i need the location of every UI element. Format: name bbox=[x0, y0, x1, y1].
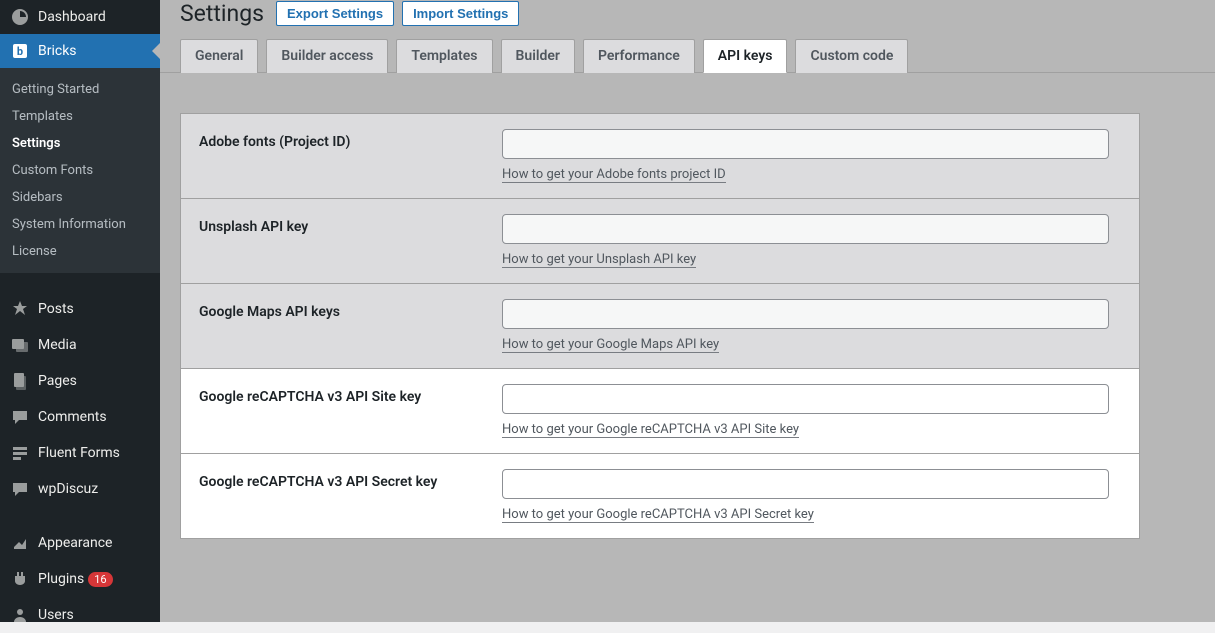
adobe-fonts-help-link[interactable]: How to get your Adobe fonts project ID bbox=[502, 167, 726, 183]
sidebar-item-wpdiscuz[interactable]: wpDiscuz bbox=[0, 471, 160, 507]
sidebar-item-label: Appearance bbox=[38, 535, 112, 551]
sub-item-settings[interactable]: Settings bbox=[0, 130, 160, 157]
plugins-update-badge: 16 bbox=[88, 572, 112, 587]
form-input-col: How to get your Unsplash API key bbox=[472, 199, 1139, 283]
pages-icon bbox=[10, 371, 30, 391]
unsplash-help-link[interactable]: How to get your Unsplash API key bbox=[502, 252, 696, 268]
sidebar-item-label: Posts bbox=[38, 301, 74, 317]
form-row-recaptcha-site: Google reCAPTCHA v3 API Site key How to … bbox=[181, 369, 1139, 454]
form-row-recaptcha-secret: Google reCAPTCHA v3 API Secret key How t… bbox=[181, 454, 1139, 539]
tab-templates[interactable]: Templates bbox=[396, 39, 492, 73]
sidebar-item-fluent-forms[interactable]: Fluent Forms bbox=[0, 435, 160, 471]
form-input-col: How to get your Google reCAPTCHA v3 API … bbox=[472, 369, 1139, 453]
sub-item-system-info[interactable]: System Information bbox=[0, 211, 160, 238]
tab-general[interactable]: General bbox=[180, 39, 258, 73]
sub-item-templates[interactable]: Templates bbox=[0, 103, 160, 130]
form-row-adobe-fonts: Adobe fonts (Project ID) How to get your… bbox=[181, 114, 1139, 199]
sidebar-item-comments[interactable]: Comments bbox=[0, 399, 160, 435]
adobe-fonts-input[interactable] bbox=[502, 129, 1109, 159]
form-row-google-maps: Google Maps API keys How to get your Goo… bbox=[181, 284, 1139, 369]
recaptcha-secret-input[interactable] bbox=[502, 469, 1109, 499]
export-settings-button[interactable]: Export Settings bbox=[276, 1, 394, 26]
users-icon bbox=[10, 605, 30, 625]
sidebar-item-media[interactable]: Media bbox=[0, 327, 160, 363]
form-label: Google Maps API keys bbox=[181, 284, 472, 368]
sidebar-item-dashboard[interactable]: Dashboard bbox=[0, 0, 160, 34]
forms-icon bbox=[10, 443, 30, 463]
sidebar-item-label: wpDiscuz bbox=[38, 481, 98, 497]
google-maps-help-link[interactable]: How to get your Google Maps API key bbox=[502, 337, 719, 353]
tab-builder[interactable]: Builder bbox=[501, 39, 575, 73]
sidebar-item-label: Users bbox=[38, 607, 74, 623]
comments-icon bbox=[10, 407, 30, 427]
form-input-col: How to get your Google reCAPTCHA v3 API … bbox=[472, 454, 1139, 538]
recaptcha-secret-help-link[interactable]: How to get your Google reCAPTCHA v3 API … bbox=[502, 507, 814, 523]
sidebar-item-label: Bricks bbox=[38, 43, 77, 59]
tab-builder-access[interactable]: Builder access bbox=[266, 39, 388, 73]
page-header: Settings Export Settings Import Settings bbox=[160, 0, 1215, 39]
import-settings-button[interactable]: Import Settings bbox=[402, 1, 519, 26]
sub-item-getting-started[interactable]: Getting Started bbox=[0, 76, 160, 103]
dashboard-icon bbox=[10, 7, 30, 27]
sidebar-item-users[interactable]: Users bbox=[0, 597, 160, 633]
bricks-icon: b bbox=[10, 41, 30, 61]
sub-item-license[interactable]: License bbox=[0, 238, 160, 265]
plugins-icon bbox=[10, 569, 30, 589]
media-icon bbox=[10, 335, 30, 355]
form-row-unsplash: Unsplash API key How to get your Unsplas… bbox=[181, 199, 1139, 284]
sidebar-submenu: Getting Started Templates Settings Custo… bbox=[0, 68, 160, 273]
appearance-icon bbox=[10, 533, 30, 553]
admin-sidebar: Dashboard b Bricks Getting Started Templ… bbox=[0, 0, 160, 622]
sidebar-item-label: Media bbox=[38, 337, 77, 353]
form-label: Adobe fonts (Project ID) bbox=[181, 114, 472, 198]
sidebar-item-label: Plugins bbox=[38, 571, 84, 587]
form-area: Adobe fonts (Project ID) How to get your… bbox=[160, 73, 1215, 559]
sidebar-item-bricks[interactable]: b Bricks bbox=[0, 34, 160, 68]
discuz-icon bbox=[10, 479, 30, 499]
pin-icon bbox=[10, 299, 30, 319]
tab-custom-code[interactable]: Custom code bbox=[795, 39, 908, 73]
main-content: Settings Export Settings Import Settings… bbox=[160, 0, 1215, 622]
unsplash-input[interactable] bbox=[502, 214, 1109, 244]
form-input-col: How to get your Adobe fonts project ID bbox=[472, 114, 1139, 198]
sidebar-item-label: Fluent Forms bbox=[38, 445, 120, 461]
svg-text:b: b bbox=[17, 45, 23, 58]
settings-tabs: General Builder access Templates Builder… bbox=[160, 39, 1215, 73]
sub-item-sidebars[interactable]: Sidebars bbox=[0, 184, 160, 211]
sidebar-item-label: Dashboard bbox=[38, 9, 106, 25]
page-title: Settings bbox=[180, 0, 264, 27]
sidebar-item-label: Comments bbox=[38, 409, 107, 425]
form-label: Google reCAPTCHA v3 API Site key bbox=[181, 369, 472, 453]
tab-api-keys[interactable]: API keys bbox=[703, 39, 788, 73]
tab-performance[interactable]: Performance bbox=[583, 39, 695, 73]
form-label: Unsplash API key bbox=[181, 199, 472, 283]
sidebar-item-posts[interactable]: Posts bbox=[0, 291, 160, 327]
sidebar-item-plugins[interactable]: Plugins 16 bbox=[0, 561, 160, 597]
recaptcha-site-help-link[interactable]: How to get your Google reCAPTCHA v3 API … bbox=[502, 422, 799, 438]
form-input-col: How to get your Google Maps API key bbox=[472, 284, 1139, 368]
sidebar-item-appearance[interactable]: Appearance bbox=[0, 525, 160, 561]
recaptcha-site-input[interactable] bbox=[502, 384, 1109, 414]
google-maps-input[interactable] bbox=[502, 299, 1109, 329]
api-keys-form: Adobe fonts (Project ID) How to get your… bbox=[180, 113, 1140, 539]
form-label: Google reCAPTCHA v3 API Secret key bbox=[181, 454, 472, 538]
sub-item-custom-fonts[interactable]: Custom Fonts bbox=[0, 157, 160, 184]
sidebar-item-label: Pages bbox=[38, 373, 77, 389]
sidebar-item-pages[interactable]: Pages bbox=[0, 363, 160, 399]
